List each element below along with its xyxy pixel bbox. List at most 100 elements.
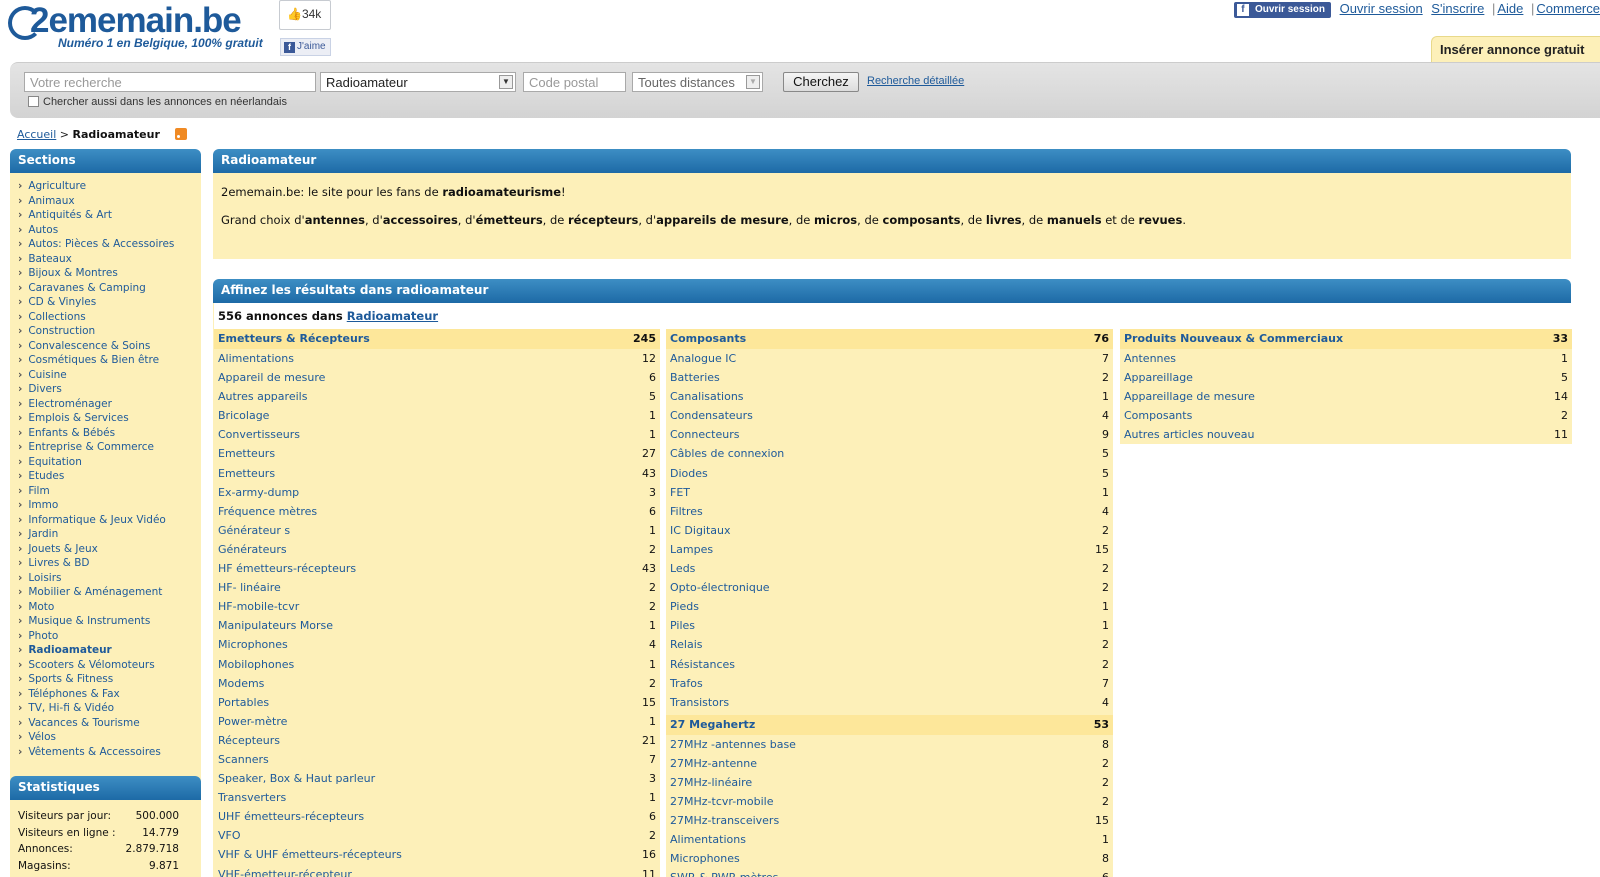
subcategory-row[interactable]: Autres articles nouveau 11 [1120, 425, 1572, 445]
subcategory-label[interactable]: Appareillage [1124, 368, 1193, 387]
rss-icon[interactable] [175, 128, 188, 140]
subcategory-label[interactable]: Piles [670, 616, 695, 635]
category-header[interactable]: Produits Nouveaux & Commerciaux 33 [1120, 329, 1572, 349]
sidebar-item[interactable]: Enfants & Bébés [18, 426, 201, 441]
search-button[interactable]: Cherchez [783, 72, 859, 92]
insert-ad-tab[interactable]: Insérer annonce gratuit [1431, 36, 1600, 62]
sidebar-item[interactable]: Electroménager [18, 397, 201, 412]
subcategory-row[interactable]: 27MHz-transceivers 15 [666, 811, 1113, 831]
sidebar-item[interactable]: Bateaux [18, 252, 201, 267]
subcategory-label[interactable]: Bricolage [218, 406, 269, 425]
subcategory-row[interactable]: Générateur s 1 [214, 520, 660, 540]
subcategory-label[interactable]: Alimentations [218, 349, 294, 368]
sidebar-item[interactable]: Livres & BD [18, 556, 201, 571]
subcategory-label[interactable]: Appareil de mesure [218, 368, 325, 387]
subcategory-label[interactable]: Manipulateurs Morse [218, 616, 333, 635]
subcategory-label[interactable]: 27MHz-transceivers [670, 811, 779, 830]
sidebar-item[interactable]: Collections [18, 310, 201, 325]
subcategory-row[interactable]: Trafos 7 [666, 673, 1113, 693]
subcategory-row[interactable]: Microphones 8 [666, 849, 1113, 869]
subcategory-label[interactable]: Composants [1124, 406, 1192, 425]
subcategory-row[interactable]: 27MHz-linéaire 2 [666, 772, 1113, 793]
subcategory-row[interactable]: VFO 2 [214, 826, 660, 846]
subcategory-label[interactable]: 27MHz-linéaire [670, 773, 752, 792]
subcategory-label[interactable]: Appareillage de mesure [1124, 387, 1255, 406]
subcategory-label[interactable]: Relais [670, 635, 703, 654]
subcategory-label[interactable]: Emetteurs [218, 444, 275, 463]
subcategory-label[interactable]: Portables [218, 693, 269, 712]
nav-login-link[interactable]: Ouvrir session [1340, 1, 1423, 16]
subcategory-label[interactable]: VFO [218, 826, 241, 845]
subcategory-row[interactable]: Antennes 1 [1120, 349, 1572, 369]
subcategory-row[interactable]: Transistors 4 [666, 692, 1113, 712]
subcategory-label[interactable]: Fréquence mètres [218, 502, 317, 521]
subcategory-label[interactable]: Lampes [670, 540, 713, 559]
subcategory-row[interactable]: Speaker, Box & Haut parleur 3 [214, 769, 660, 789]
category-header[interactable]: 27 Megahertz 53 [666, 714, 1113, 735]
subcategory-row[interactable]: Appareillage de mesure 14 [1120, 387, 1572, 407]
subcategory-label[interactable]: HF- linéaire [218, 578, 281, 597]
sidebar-item[interactable]: Informatique & Jeux Vidéo [18, 513, 201, 528]
sidebar-item[interactable]: Equitation [18, 455, 201, 470]
subcategory-row[interactable]: HF-mobile-tcvr 2 [214, 597, 660, 617]
sidebar-item[interactable]: Moto [18, 600, 201, 615]
subcategory-label[interactable]: Power-mètre [218, 712, 287, 731]
subcategory-label[interactable]: Antennes [1124, 349, 1176, 368]
subcategory-label[interactable]: Transistors [670, 693, 729, 712]
subcategory-row[interactable]: 27MHz-antenne 2 [666, 753, 1113, 773]
sidebar-item[interactable]: Mobilier & Aménagement [18, 585, 201, 600]
subcategory-row[interactable]: Emetteurs 43 [214, 463, 660, 483]
subcategory-label[interactable]: Transverters [218, 788, 286, 807]
subcategory-row[interactable]: Composants 2 [1120, 406, 1572, 426]
subcategory-row[interactable]: Piles 1 [666, 616, 1113, 636]
subcategory-label[interactable]: 27MHz-tcvr-mobile [670, 792, 773, 811]
sidebar-item[interactable]: Vêtements & Accessoires [18, 745, 201, 760]
subcategory-row[interactable]: Câbles de connexion 5 [666, 444, 1113, 464]
sidebar-item[interactable]: Immo [18, 498, 201, 513]
sidebar-item[interactable]: Musique & Instruments [18, 614, 201, 629]
sidebar-item[interactable]: Cosmétiques & Bien être [18, 353, 201, 368]
subcategory-row[interactable]: Power-mètre 1 [214, 711, 660, 731]
sidebar-item[interactable]: Emplois & Services [18, 411, 201, 426]
subcategory-label[interactable]: SWR & PWR-mètres [670, 868, 778, 877]
sidebar-item[interactable]: Loisirs [18, 571, 201, 586]
subcategory-label[interactable]: Générateur s [218, 521, 290, 540]
subcategory-label[interactable]: Diodes [670, 464, 708, 483]
sidebar-item[interactable]: Film [18, 484, 201, 499]
subcategory-row[interactable]: Appareillage 5 [1120, 368, 1572, 388]
dutch-ads-checkbox[interactable]: Chercher aussi dans les annonces en néer… [28, 96, 287, 108]
subcategory-label[interactable]: Scanners [218, 750, 269, 769]
distance-select[interactable]: Toutes distances ▼ [632, 72, 763, 92]
subcategory-row[interactable]: HF- linéaire 2 [214, 578, 660, 598]
subcategory-label[interactable]: Speaker, Box & Haut parleur [218, 769, 375, 788]
subcategory-row[interactable]: Mobilophones 1 [214, 654, 660, 674]
subcategory-row[interactable]: Pieds 1 [666, 597, 1113, 617]
search-input[interactable]: Votre recherche [24, 72, 316, 92]
subcategory-label[interactable]: Batteries [670, 368, 720, 387]
subcategory-row[interactable]: Condensateurs 4 [666, 406, 1113, 426]
subcategory-label[interactable]: Ex-army-dump [218, 483, 299, 502]
subcategory-label[interactable]: FET [670, 483, 690, 502]
sidebar-item[interactable]: Téléphones & Fax [18, 687, 201, 702]
subcategory-row[interactable]: Emetteurs 27 [214, 444, 660, 464]
subcategory-row[interactable]: Appareil de mesure 6 [214, 368, 660, 388]
sidebar-item[interactable]: Sports & Fitness [18, 672, 201, 687]
sidebar-item[interactable]: Cuisine [18, 368, 201, 383]
subcategory-label[interactable]: Alimentations [670, 830, 746, 849]
subcategory-label[interactable]: Mobilophones [218, 655, 294, 674]
nav-register-link[interactable]: S'inscrire [1431, 1, 1484, 16]
subcategory-row[interactable]: Diodes 5 [666, 463, 1113, 483]
subcategory-row[interactable]: IC Digitaux 2 [666, 520, 1113, 540]
sidebar-item[interactable]: Construction [18, 324, 201, 339]
subcategory-row[interactable]: Fréquence mètres 6 [214, 501, 660, 521]
subcategory-label[interactable]: 27MHz -antennes base [670, 735, 796, 754]
subcategory-row[interactable]: Relais 2 [666, 635, 1113, 655]
subcategory-row[interactable]: Récepteurs 21 [214, 730, 660, 750]
subcategory-row[interactable]: Opto-électronique 2 [666, 578, 1113, 598]
subcategory-label[interactable]: Générateurs [218, 540, 287, 559]
subcategory-label[interactable]: Canalisations [670, 387, 744, 406]
subcategory-row[interactable]: Leds 2 [666, 559, 1113, 579]
subcategory-row[interactable]: Filtres 4 [666, 501, 1113, 521]
subcategory-row[interactable]: UHF émetteurs-récepteurs 6 [214, 807, 660, 827]
sidebar-item[interactable]: Vélos [18, 730, 201, 745]
